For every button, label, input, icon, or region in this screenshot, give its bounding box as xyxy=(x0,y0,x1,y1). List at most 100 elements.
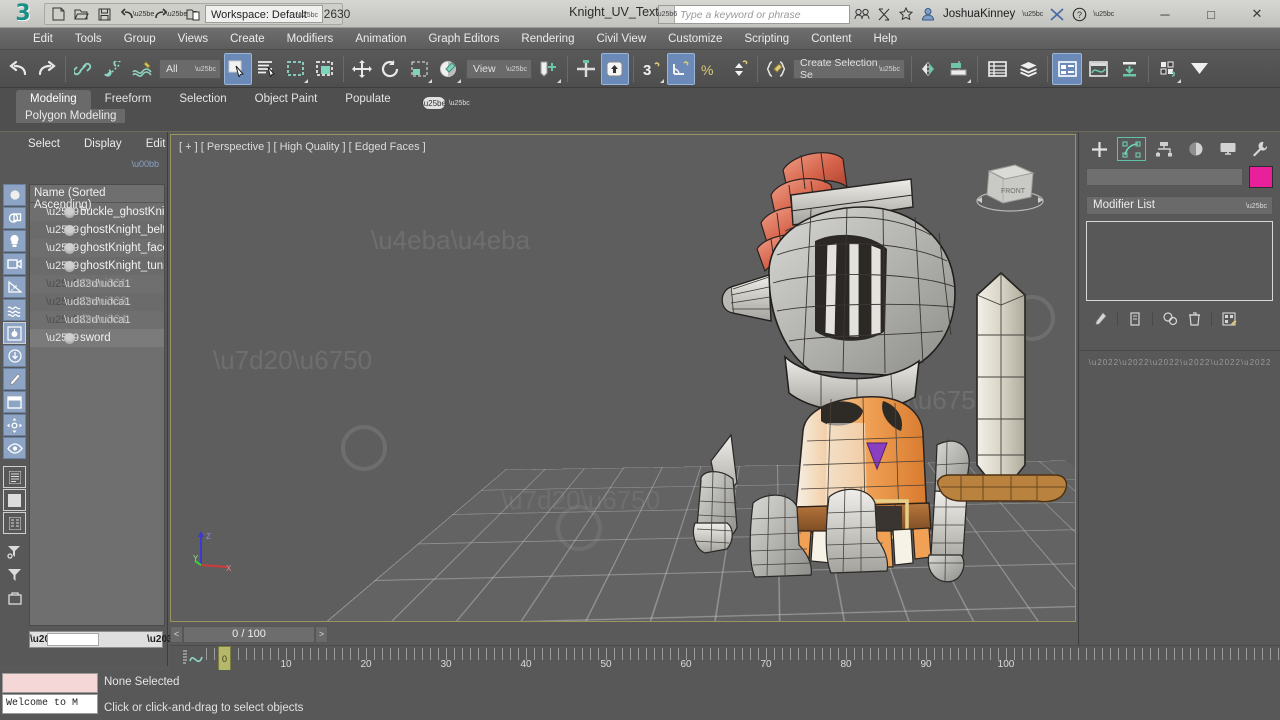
menu-scripting[interactable]: Scripting xyxy=(733,31,800,47)
visibility-eye-icon[interactable]: \u25c9 xyxy=(46,242,79,254)
scrollbar-thumb[interactable] xyxy=(47,633,99,646)
explorer-menu-display[interactable]: Display xyxy=(72,136,134,152)
list-item[interactable]: \u25cf \ud83d\udca1 Omni003 xyxy=(30,293,164,311)
display-tab[interactable] xyxy=(1213,137,1242,161)
curve-editor-button[interactable] xyxy=(1083,53,1113,85)
select-and-move-button[interactable] xyxy=(348,53,376,85)
filter-containers-icon[interactable] xyxy=(3,391,26,413)
schematic-view-button[interactable] xyxy=(1114,53,1144,85)
autodesk-community-icon[interactable] xyxy=(852,4,872,25)
spinner-snap-toggle-button[interactable] xyxy=(725,53,753,85)
list-item[interactable]: \u25c9 ghostKnight_tuni xyxy=(30,257,164,275)
list-item[interactable]: \u25cf \ud83d\udca1 Omni004 xyxy=(30,311,164,329)
ribbon-tab-object-paint[interactable]: Object Paint xyxy=(241,90,332,109)
hierarchy-tab[interactable] xyxy=(1149,137,1178,161)
bind-to-space-warp-button[interactable] xyxy=(128,53,156,85)
filter-xrefs-icon[interactable] xyxy=(3,345,26,367)
menu-content[interactable]: Content xyxy=(800,31,862,47)
visibility-eye-icon[interactable]: \u25c9 xyxy=(46,260,79,272)
ribbon-tab-populate[interactable]: Populate xyxy=(331,90,404,109)
maxscript-minilistener-output[interactable] xyxy=(2,673,98,693)
select-and-link-button[interactable] xyxy=(70,53,98,85)
menu-edit[interactable]: Edit xyxy=(22,31,64,47)
select-and-place-button[interactable] xyxy=(435,53,463,85)
exchange-apps-icon[interactable] xyxy=(1047,4,1067,25)
unlink-selection-button[interactable] xyxy=(99,53,127,85)
show-end-result-button[interactable] xyxy=(1124,309,1146,329)
menu-help[interactable]: Help xyxy=(862,31,908,47)
list-item[interactable]: \u25c9 ghostKnight_face xyxy=(30,239,164,257)
user-account-icon[interactable] xyxy=(918,4,938,25)
scene-explorer-list[interactable]: Name (Sorted Ascending) \u25c9 buckle_gh… xyxy=(29,184,165,626)
list-item[interactable]: \u25c9 ghostKnight_belt xyxy=(30,221,164,239)
keyboard-shortcut-override-button[interactable] xyxy=(601,52,629,85)
scroll-right-icon[interactable]: \u203a xyxy=(147,634,178,645)
filter-geometry-icon[interactable] xyxy=(3,184,26,206)
command-panel-resize-grip[interactable]: \u2022\u2022\u2022\u2022\u2022\u2022 xyxy=(1079,344,1280,367)
user-dropdown-icon[interactable]: \u25bc xyxy=(1020,4,1045,25)
display-detail-icon[interactable] xyxy=(3,512,26,534)
ribbon-tab-selection[interactable]: Selection xyxy=(165,90,240,109)
material-editor-button[interactable] xyxy=(1153,53,1183,85)
toggle-scene-explorer-button[interactable] xyxy=(1052,52,1082,85)
window-crossing-toggle-button[interactable] xyxy=(311,53,339,85)
menu-create[interactable]: Create xyxy=(219,31,276,47)
select-by-name-button[interactable] xyxy=(253,53,281,85)
explorer-menu-select[interactable]: Select xyxy=(16,136,72,152)
perspective-viewport[interactable]: [ + ] [ Perspective ] [ High Quality ] [… xyxy=(170,134,1076,622)
select-and-manipulate-button[interactable] xyxy=(572,53,600,85)
maxscript-minilistener-input[interactable]: Welcome to M xyxy=(2,694,98,714)
next-frame-arrow[interactable]: > xyxy=(315,625,328,643)
utilities-tab[interactable] xyxy=(1245,137,1274,161)
search-dropdown-icon[interactable]: \u25b6 xyxy=(656,6,677,23)
frame-counter-display[interactable]: 0 / 100 xyxy=(183,625,315,643)
menu-tools[interactable]: Tools xyxy=(64,31,113,47)
knight-model[interactable] xyxy=(171,135,1076,622)
viewcube[interactable]: FRONT xyxy=(973,153,1047,219)
named-selection-set-combo[interactable]: Create Selection Se \u25bc xyxy=(793,57,905,81)
filter-helpers-icon[interactable] xyxy=(3,276,26,298)
ribbon-tab-modeling[interactable]: Modeling xyxy=(16,90,91,109)
object-color-swatch[interactable] xyxy=(1249,166,1273,188)
selection-filter-combo[interactable]: All \u25bc xyxy=(159,58,221,79)
share-icon[interactable] xyxy=(874,4,894,25)
minimize-button[interactable]: ─ xyxy=(1142,0,1188,28)
visibility-eye-icon[interactable]: \u25c9 xyxy=(46,332,79,344)
display-list-icon[interactable] xyxy=(3,466,26,488)
open-mini-curve-editor-icon[interactable] xyxy=(182,649,204,668)
filter-funnel-icon[interactable] xyxy=(3,564,26,586)
favorites-star-icon[interactable] xyxy=(896,4,916,25)
explorer-horizontal-scrollbar[interactable]: \u2039 \u203a xyxy=(29,631,178,648)
select-and-rotate-button[interactable] xyxy=(377,53,405,85)
filter-lights-icon[interactable] xyxy=(3,230,26,252)
filter-clear-icon[interactable] xyxy=(3,541,26,563)
menu-modifiers[interactable]: Modifiers xyxy=(276,31,345,47)
use-pivot-point-center-button[interactable] xyxy=(535,53,563,85)
maximize-button[interactable]: □ xyxy=(1188,0,1234,28)
menu-views[interactable]: Views xyxy=(167,31,219,47)
visibility-eye-icon[interactable]: \u25c9 xyxy=(46,206,79,218)
previous-frame-arrow[interactable]: < xyxy=(170,625,183,643)
filter-cameras-icon[interactable] xyxy=(3,253,26,275)
object-name-field[interactable] xyxy=(1086,168,1243,186)
select-and-scale-button[interactable] xyxy=(406,53,434,85)
timeline-playhead[interactable]: 0 xyxy=(218,646,231,672)
scene-explorer-button[interactable] xyxy=(1013,53,1043,85)
render-setup-button[interactable] xyxy=(1184,53,1214,85)
filter-all-icon[interactable] xyxy=(3,414,26,436)
edit-named-selection-sets-button[interactable] xyxy=(762,53,790,85)
angle-snap-toggle-button[interactable] xyxy=(667,52,695,85)
undo-button[interactable] xyxy=(4,53,32,85)
menu-group[interactable]: Group xyxy=(113,31,167,47)
menu-customize[interactable]: Customize xyxy=(657,31,733,47)
ribbon-minimize-control[interactable]: \u25be \u25bc xyxy=(421,97,470,109)
track-bar[interactable]: 10 20 30 40 50 60 70 80 90 100 0 xyxy=(170,645,1280,673)
visibility-eye-icon[interactable]: \u25c9 xyxy=(46,224,79,236)
redo-button[interactable] xyxy=(33,53,61,85)
configure-modifier-sets-button[interactable] xyxy=(1218,309,1240,329)
help-icon[interactable]: ? xyxy=(1069,4,1089,25)
menu-graph-editors[interactable]: Graph Editors xyxy=(417,31,510,47)
list-item[interactable]: \u25c9 buckle_ghostKnig xyxy=(30,203,164,221)
list-item[interactable]: \u25cf \ud83d\udca1 Omni001 xyxy=(30,275,164,293)
visibility-icon[interactable] xyxy=(3,437,26,459)
